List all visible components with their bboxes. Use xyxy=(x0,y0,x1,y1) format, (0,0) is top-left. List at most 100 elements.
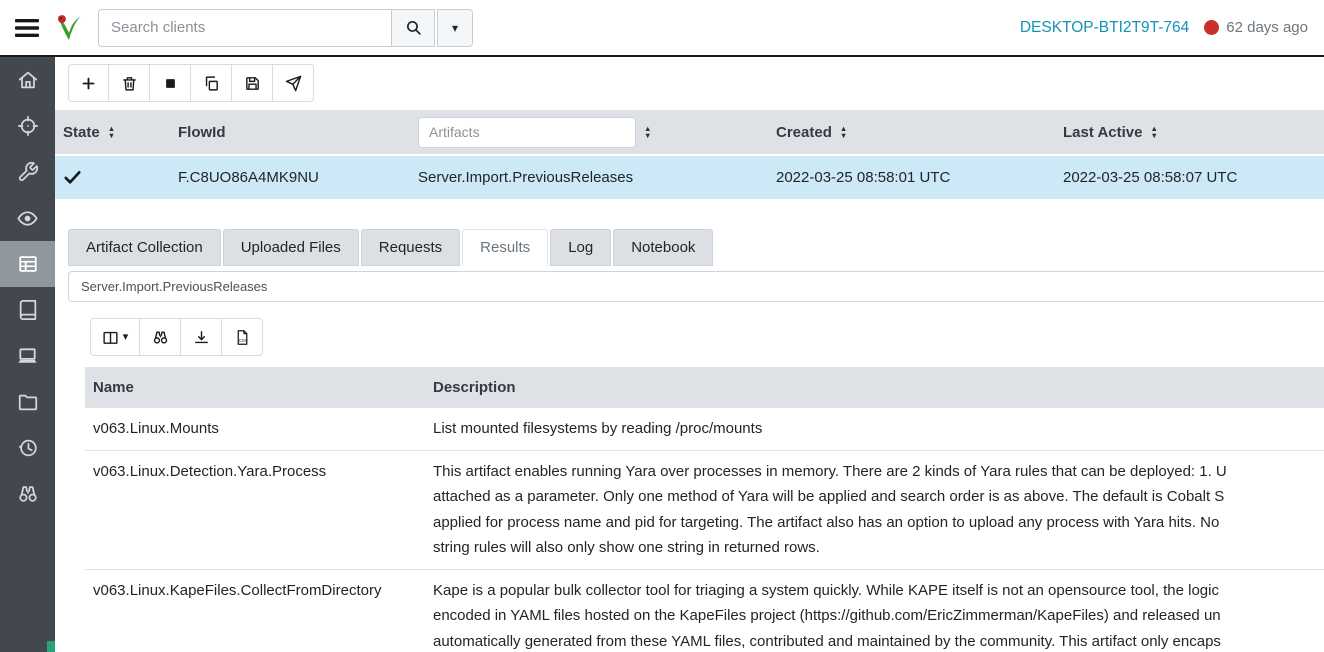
sidebar-item-eye[interactable] xyxy=(0,195,55,241)
results-header-name: Name xyxy=(85,367,425,408)
paper-plane-icon xyxy=(285,75,302,92)
column-header-state: State ▲▼ xyxy=(55,124,170,141)
flow-id-cell: F.C8UO86A4MK9NU xyxy=(170,169,410,186)
top-navbar: ▾ DESKTOP-BTI2T9T-764 62 days ago xyxy=(0,0,1324,57)
artifacts-filter-input[interactable] xyxy=(418,117,636,148)
caret-down-icon: ▾ xyxy=(123,332,129,343)
search-icon xyxy=(405,19,422,36)
last-active-header-label: Last Active xyxy=(1063,124,1142,141)
laptop-icon xyxy=(16,345,39,368)
save-icon xyxy=(244,75,261,92)
file-csv-icon: CSV xyxy=(234,329,251,346)
flow-toolbar xyxy=(68,64,1324,102)
flow-row-selected[interactable]: F.C8UO86A4MK9NU Server.Import.PreviousRe… xyxy=(55,156,1324,199)
client-host-link[interactable]: DESKTOP-BTI2T9T-764 xyxy=(1020,19,1189,37)
column-header-created: Created ▲▼ xyxy=(768,124,1055,141)
flowid-header-label: FlowId xyxy=(178,124,226,141)
column-header-last-active: Last Active ▲▼ xyxy=(1055,124,1324,141)
artifact-selector-input[interactable] xyxy=(68,271,1324,302)
search-button[interactable] xyxy=(391,9,435,47)
sort-icon[interactable]: ▲▼ xyxy=(644,126,651,138)
binoculars-icon xyxy=(152,329,169,346)
caret-down-icon: ▾ xyxy=(452,21,458,35)
client-offline-status-icon xyxy=(1204,20,1219,35)
table-row[interactable]: v063.Linux.KapeFiles.CollectFromDirector… xyxy=(85,570,1324,652)
result-name-cell: v063.Linux.Mounts xyxy=(85,408,425,450)
tab-uploaded-files[interactable]: Uploaded Files xyxy=(223,229,359,266)
sidebar-item-laptop[interactable] xyxy=(0,333,55,379)
velociraptor-logo xyxy=(54,13,84,43)
sidebar-item-binoculars[interactable] xyxy=(0,471,55,517)
flow-artifacts-cell: Server.Import.PreviousReleases xyxy=(410,169,768,186)
table-row[interactable]: v063.Linux.Detection.Yara.Process This a… xyxy=(85,451,1324,570)
sidebar-bottom-accent xyxy=(47,641,55,652)
result-description-cell: List mounted filesystems by reading /pro… xyxy=(425,408,1324,450)
sidebar-item-table[interactable] xyxy=(0,241,55,287)
hamburger-icon xyxy=(14,17,40,39)
eye-icon xyxy=(16,207,39,230)
column-header-flowid: FlowId xyxy=(170,124,410,141)
sidebar-item-folder[interactable] xyxy=(0,379,55,425)
results-table-header: Name Description xyxy=(85,367,1324,408)
state-header-label: State xyxy=(63,124,100,141)
column-picker-button[interactable]: ▾ xyxy=(90,318,140,356)
flows-table-header: State ▲▼ FlowId ▲▼ Created ▲▼ Last Activ… xyxy=(55,110,1324,156)
result-name-cell: v063.Linux.KapeFiles.CollectFromDirector… xyxy=(85,570,425,652)
trash-icon xyxy=(121,75,138,92)
download-csv-button[interactable]: CSV xyxy=(222,318,263,356)
sidebar-item-home[interactable] xyxy=(0,57,55,103)
sidebar xyxy=(0,57,55,652)
created-header-label: Created xyxy=(776,124,832,141)
client-last-seen-label: 62 days ago xyxy=(1226,19,1308,36)
book-icon xyxy=(17,299,39,321)
stop-collection-button[interactable] xyxy=(150,64,191,102)
tab-results[interactable]: Results xyxy=(462,229,548,266)
flow-detail-tabs: Artifact Collection Uploaded Files Reque… xyxy=(68,229,1324,266)
sidebar-item-history[interactable] xyxy=(0,425,55,471)
sort-icon[interactable]: ▲▼ xyxy=(1150,126,1157,138)
copy-collection-button[interactable] xyxy=(191,64,232,102)
sort-icon[interactable]: ▲▼ xyxy=(840,126,847,138)
tab-artifact-collection[interactable]: Artifact Collection xyxy=(68,229,221,266)
search-results-button[interactable] xyxy=(140,318,181,356)
table-list-icon xyxy=(17,253,39,275)
table-row[interactable]: v063.Linux.Mounts List mounted filesyste… xyxy=(85,408,1324,451)
tab-log[interactable]: Log xyxy=(550,229,611,266)
plus-icon xyxy=(80,75,97,92)
history-icon xyxy=(17,437,39,459)
results-toolbar: ▾ CSV xyxy=(90,318,1324,356)
main-content: State ▲▼ FlowId ▲▼ Created ▲▼ Last Activ… xyxy=(55,57,1324,652)
results-table-body: v063.Linux.Mounts List mounted filesyste… xyxy=(85,408,1324,652)
result-description-cell: Kape is a popular bulk collector tool fo… xyxy=(425,570,1324,652)
save-collection-button[interactable] xyxy=(232,64,273,102)
table-columns-icon xyxy=(102,329,119,346)
send-collection-button[interactable] xyxy=(273,64,314,102)
folder-icon xyxy=(17,391,39,413)
client-search-group: ▾ xyxy=(98,9,473,47)
results-table: Name Description v063.Linux.Mounts List … xyxy=(85,367,1324,652)
delete-collection-button[interactable] xyxy=(109,64,150,102)
home-icon xyxy=(17,69,39,91)
crosshairs-icon xyxy=(17,115,39,137)
tab-requests[interactable]: Requests xyxy=(361,229,460,266)
hamburger-menu-button[interactable] xyxy=(8,11,46,45)
sidebar-item-wrench[interactable] xyxy=(0,149,55,195)
download-icon xyxy=(193,329,210,346)
search-options-dropdown-button[interactable]: ▾ xyxy=(437,9,473,47)
sort-icon[interactable]: ▲▼ xyxy=(108,126,115,138)
flow-last-active-cell: 2022-03-25 08:58:07 UTC xyxy=(1055,169,1324,186)
column-header-artifacts: ▲▼ xyxy=(410,117,768,148)
tab-notebook[interactable]: Notebook xyxy=(613,229,713,266)
sidebar-item-crosshairs[interactable] xyxy=(0,103,55,149)
result-name-cell: v063.Linux.Detection.Yara.Process xyxy=(85,451,425,569)
flows-table: State ▲▼ FlowId ▲▼ Created ▲▼ Last Activ… xyxy=(55,110,1324,199)
results-header-description: Description xyxy=(425,367,1324,408)
search-input[interactable] xyxy=(98,9,392,47)
check-icon xyxy=(63,168,82,187)
download-json-button[interactable] xyxy=(181,318,222,356)
stop-icon xyxy=(163,76,178,91)
new-collection-button[interactable] xyxy=(68,64,109,102)
sidebar-item-book[interactable] xyxy=(0,287,55,333)
svg-text:CSV: CSV xyxy=(238,337,247,342)
flow-created-cell: 2022-03-25 08:58:01 UTC xyxy=(768,169,1055,186)
